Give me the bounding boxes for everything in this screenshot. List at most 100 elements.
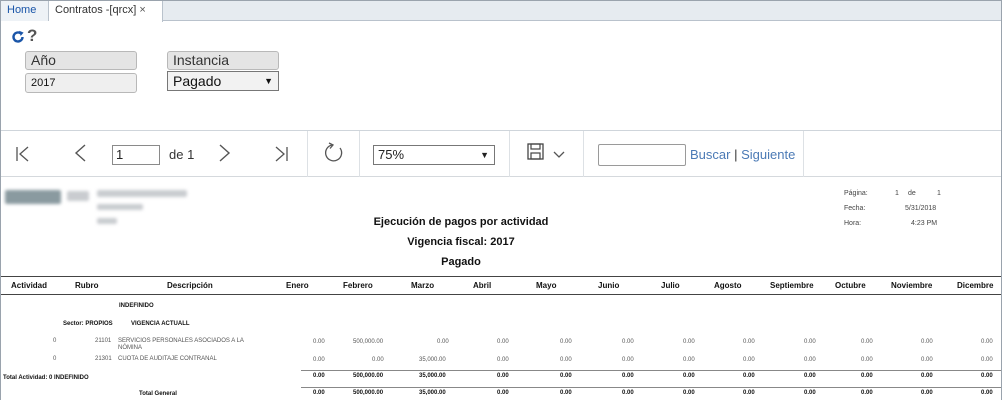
pagina-label: Página:: [844, 190, 868, 197]
row-actividad: 0: [53, 338, 57, 344]
row-value: 0.00: [683, 339, 695, 345]
header-top-rule: [1, 276, 1001, 277]
row-value: 0.00: [313, 339, 325, 345]
company-logo: [5, 190, 61, 204]
close-icon[interactable]: ×: [139, 4, 145, 16]
column-header: Octubre: [835, 281, 866, 290]
total-value: 0.00: [313, 373, 325, 379]
pagina-de: de: [908, 190, 916, 197]
search-input[interactable]: [598, 144, 686, 166]
column-header: Agosto: [714, 281, 742, 290]
dropdown-arrow-icon: ▼: [480, 150, 489, 160]
row-value: 0.00: [622, 339, 634, 345]
report-title: Ejecución de pagos por actividad: [373, 216, 549, 228]
refresh-report-icon[interactable]: [323, 142, 345, 164]
toolbar-divider: [307, 131, 308, 177]
toolbar-divider: [803, 131, 804, 177]
report-viewport: Página: 1 de 1 Fecha: 5/31/2018 Hora: 4:…: [1, 178, 1001, 400]
total-value: 500,000.00: [353, 390, 384, 396]
row-value: 0.00: [497, 357, 509, 363]
fecha-label: Fecha:: [844, 205, 866, 212]
instancia-select-value: Pagado: [173, 73, 222, 89]
row-rubro: 21101: [95, 338, 112, 344]
tab-contratos-label: Contratos -[qrcx]: [55, 4, 137, 16]
header-bottom-rule: [1, 294, 1001, 295]
page-number-input[interactable]: 1: [112, 145, 160, 165]
anio-field[interactable]: 2017: [25, 73, 137, 93]
column-header: Junio: [598, 281, 620, 290]
total-value: 0.00: [981, 373, 993, 379]
row-descripcion: CUOTA DE AUDITAJE CONTRANAL: [118, 356, 217, 362]
row-value: 0.00: [622, 357, 634, 363]
total-value: 35,000.00: [419, 390, 446, 396]
total-value: 0.00: [560, 373, 572, 379]
previous-page-icon[interactable]: [73, 143, 89, 165]
row-descripcion: SERVICIOS PERSONALES ASOCIADOS A LA NÓMI…: [118, 338, 244, 351]
row-value: 0.00: [921, 339, 933, 345]
anio-label: Año: [25, 51, 137, 70]
instancia-label: Instancia: [167, 51, 279, 70]
zoom-value: 75%: [378, 147, 405, 162]
total-value: 0.00: [683, 390, 695, 396]
total-value: 0.00: [560, 390, 572, 396]
buscar-link[interactable]: Buscar: [690, 147, 730, 162]
column-header: Dicembre: [957, 281, 994, 290]
row-value: 0.00: [683, 357, 695, 363]
first-page-icon[interactable]: [15, 144, 31, 166]
column-header: Descripción: [167, 281, 213, 290]
toolbar-divider: [583, 131, 584, 177]
total-value: 0.00: [921, 373, 933, 379]
total-value: 500,000.00: [353, 373, 384, 379]
company-logo-text: [67, 191, 89, 201]
sector-name: VIGENCIA ACTUALL: [131, 321, 190, 327]
company-name: [97, 190, 187, 197]
row-value: 0.00: [497, 339, 509, 345]
tab-contratos[interactable]: Contratos -[qrcx] ×: [49, 1, 163, 22]
row-value: 0.00: [861, 339, 873, 345]
save-icon[interactable]: [527, 143, 545, 161]
column-header: Enero: [286, 281, 309, 290]
column-header: Marzo: [411, 281, 435, 290]
total-value: 0.00: [622, 390, 634, 396]
column-header: Abril: [473, 281, 492, 290]
total-general-label: Total General: [139, 391, 177, 397]
tab-bar: Home Contratos -[qrcx] ×: [1, 1, 1001, 22]
search-links: Buscar | Siguiente: [690, 147, 795, 162]
toolbar-divider: [359, 131, 360, 177]
parameters-panel: ? Año 2017 Instancia Pagado ▼: [1, 22, 1001, 131]
row-value: 0.00: [743, 357, 755, 363]
page-count: de 1: [169, 147, 195, 162]
total-value: 0.00: [921, 390, 933, 396]
total-value: 0.00: [497, 390, 509, 396]
toolbar-divider: [509, 131, 510, 177]
total-actividad-label: Total Actividad: 0 INDEFINIDO: [3, 375, 89, 381]
tab-home[interactable]: Home: [1, 1, 49, 21]
refresh-icon[interactable]: [11, 30, 25, 44]
zoom-select[interactable]: 75% ▼: [373, 145, 495, 165]
row-value: 0.00: [437, 339, 449, 345]
last-page-icon[interactable]: [273, 144, 289, 166]
refresh-help-group: ?: [11, 26, 41, 46]
help-icon[interactable]: ?: [27, 26, 37, 46]
total-value: 0.00: [861, 373, 873, 379]
siguiente-link[interactable]: Siguiente: [741, 147, 795, 162]
row-value: 0.00: [372, 357, 384, 363]
total-value: 35,000.00: [419, 373, 446, 379]
total-rule: [301, 387, 1001, 388]
column-header: Noviembre: [891, 281, 933, 290]
dropdown-arrow-icon: ▼: [264, 76, 273, 86]
total-value: 0.00: [804, 390, 816, 396]
column-header: Febrero: [343, 281, 373, 290]
row-value: 0.00: [560, 357, 572, 363]
row-value: 0.00: [743, 339, 755, 345]
row-value: 500,000.00: [353, 339, 384, 345]
chevron-down-icon[interactable]: [553, 150, 565, 160]
row-value: 0.00: [313, 357, 325, 363]
row-actividad: 0: [53, 356, 57, 362]
pagina-num: 1: [895, 190, 899, 197]
instancia-select[interactable]: Pagado ▼: [167, 71, 279, 91]
column-header: Mayo: [536, 281, 557, 290]
next-page-icon[interactable]: [217, 143, 233, 165]
row-value: 0.00: [981, 357, 993, 363]
total-value: 0.00: [622, 373, 634, 379]
